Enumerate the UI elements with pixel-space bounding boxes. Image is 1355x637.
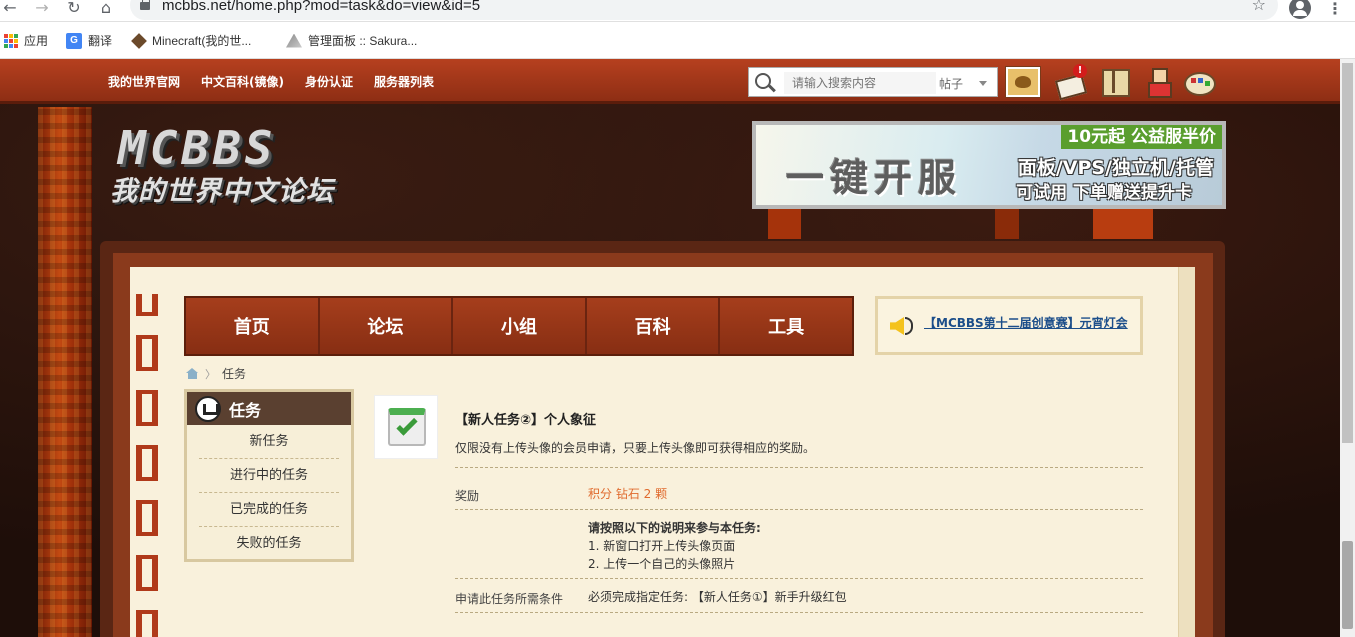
scrollbar-track-region bbox=[1342, 63, 1353, 443]
search-box: 帖子 bbox=[748, 67, 998, 97]
banner-line-1: 面板/VPS/独立机/托管 bbox=[1017, 157, 1214, 179]
book-binding-decoration bbox=[136, 294, 158, 637]
task-emblem-icon bbox=[195, 395, 221, 422]
address-bar[interactable]: mcbbs.net/home.php?mod=task&do=view&id=5… bbox=[130, 0, 1278, 20]
paper-edge bbox=[1178, 267, 1195, 637]
divider bbox=[455, 578, 1143, 579]
banner-line-2: 可试用 下单赠送提升卡 bbox=[1016, 183, 1192, 203]
search-scope-select[interactable]: 帖子 bbox=[939, 75, 987, 92]
sidebar-item-completed[interactable]: 已完成的任务 bbox=[199, 493, 339, 527]
banner-price-tag: 10元起 公益服半价 bbox=[1061, 125, 1222, 149]
site-logo[interactable]: MCBBS 我的世界中文论坛 bbox=[110, 121, 370, 207]
bookmark-label: 管理面板 :: Sakura... bbox=[308, 34, 418, 48]
top-links: 我的世界官网 中文百科(镜像) 身份认证 服务器列表 bbox=[108, 73, 434, 90]
lava-block-decoration bbox=[995, 209, 1019, 239]
bookmark-apps[interactable]: 应用 bbox=[4, 32, 48, 49]
link-minecraft-official[interactable]: 我的世界官网 bbox=[108, 73, 180, 90]
announcement-box: 【MCBBS第十二届创意赛】元宵灯会 bbox=[875, 296, 1143, 355]
sidebar-item-failed[interactable]: 失败的任务 bbox=[199, 527, 339, 561]
minecraft-block-icon bbox=[131, 32, 147, 49]
nav-forum[interactable]: 论坛 bbox=[319, 298, 454, 354]
bookmark-translate[interactable]: G 翻译 bbox=[66, 32, 112, 49]
task-image bbox=[374, 395, 438, 459]
link-server-list[interactable]: 服务器列表 bbox=[374, 73, 434, 90]
sakura-panel-icon bbox=[286, 33, 302, 48]
breadcrumb-separator: 〉 bbox=[205, 367, 216, 381]
prereq-value: 必须完成指定任务: 【新人任务①】新手升级红包 bbox=[588, 590, 847, 604]
home-button-icon[interactable]: ⌂ bbox=[96, 0, 116, 18]
link-wiki-mirror[interactable]: 中文百科(镜像) bbox=[201, 73, 284, 90]
nav-tools[interactable]: 工具 bbox=[720, 298, 852, 354]
reload-icon[interactable]: ↻ bbox=[64, 0, 84, 18]
user-avatar-icon[interactable] bbox=[1144, 67, 1174, 98]
browser-toolbar: ← → ↻ ⌂ mcbbs.net/home.php?mod=task&do=v… bbox=[0, 0, 1355, 22]
translate-icon: G bbox=[66, 32, 82, 49]
bookmark-sakura[interactable]: 管理面板 :: Sakura... bbox=[286, 32, 417, 49]
profile-avatar-icon[interactable] bbox=[1289, 0, 1311, 19]
prereq-label: 申请此任务所需条件 bbox=[455, 592, 564, 606]
search-button[interactable] bbox=[1006, 67, 1040, 97]
reward-value: 积分 钻石 2 颗 bbox=[588, 487, 668, 501]
announcement-link[interactable]: 【MCBBS第十二届创意赛】元宵灯会 bbox=[924, 314, 1128, 331]
link-identity-verify[interactable]: 身份认证 bbox=[305, 73, 353, 90]
search-scope-label: 帖子 bbox=[939, 77, 964, 91]
bookmarks-bar: 应用 G 翻译 Minecraft(我的世... 管理面板 :: Sakura.… bbox=[0, 22, 1355, 59]
menu-kebab-icon[interactable]: ⋮ bbox=[1327, 0, 1343, 18]
speaker-wave-icon bbox=[905, 317, 913, 335]
url-text[interactable]: mcbbs.net/home.php?mod=task&do=view&id=5 bbox=[162, 0, 480, 14]
search-icon bbox=[755, 73, 771, 89]
instruction-step[interactable]: 1. 新窗口打开上传头像页面 bbox=[588, 537, 735, 554]
sidebar-item-new-tasks[interactable]: 新任务 bbox=[199, 425, 339, 459]
task-sidebar: 任务 新任务 进行中的任务 已完成的任务 失败的任务 bbox=[184, 389, 354, 562]
nav-wiki[interactable]: 百科 bbox=[586, 298, 721, 354]
site-topbar: 我的世界官网 中文百科(镜像) 身份认证 服务器列表 帖子 ! bbox=[0, 59, 1340, 104]
page-scrollbar[interactable] bbox=[1340, 59, 1355, 637]
message-icon[interactable]: ! bbox=[1055, 64, 1087, 95]
reward-label: 奖励 bbox=[455, 489, 480, 503]
home-icon[interactable] bbox=[186, 368, 199, 379]
divider bbox=[455, 612, 1143, 613]
crafting-box-icon[interactable] bbox=[1100, 67, 1130, 97]
forward-arrow-icon[interactable]: → bbox=[32, 0, 52, 18]
mcbbs-page: 我的世界官网 中文百科(镜像) 身份认证 服务器列表 帖子 ! MCBBS 我的… bbox=[0, 59, 1340, 637]
divider bbox=[455, 467, 1143, 468]
main-nav: 首页 论坛 小组 百科 工具 bbox=[184, 296, 854, 356]
ad-banner[interactable]: 10元起 公益服半价 一键开服 面板/VPS/独立机/托管 可试用 下单赠送提升… bbox=[752, 121, 1226, 209]
sidebar-item-in-progress[interactable]: 进行中的任务 bbox=[199, 459, 339, 493]
banner-headline: 一键开服 bbox=[786, 156, 963, 200]
back-arrow-icon[interactable]: ← bbox=[0, 0, 20, 18]
chevron-down-icon bbox=[979, 81, 987, 86]
lava-block-decoration bbox=[1093, 209, 1153, 239]
bookmark-label: 应用 bbox=[24, 34, 49, 48]
nav-home[interactable]: 首页 bbox=[186, 298, 320, 354]
bookmark-star-icon[interactable]: ☆ bbox=[1252, 0, 1266, 14]
lock-icon bbox=[140, 0, 150, 10]
divider bbox=[455, 509, 1143, 510]
speaker-icon bbox=[890, 317, 904, 335]
nav-groups[interactable]: 小组 bbox=[453, 298, 587, 354]
apps-grid-icon bbox=[4, 33, 18, 48]
lava-block-decoration bbox=[768, 209, 801, 239]
task-title: 【新人任务②】个人象征 bbox=[455, 413, 597, 428]
instruction-step: 2. 上传一个自己的头像照片 bbox=[588, 557, 736, 571]
instructions-title: 请按照以下的说明来参与本任务: bbox=[588, 521, 761, 535]
search-input[interactable] bbox=[784, 72, 936, 94]
notification-badge: ! bbox=[1073, 64, 1087, 78]
logo-sub-text: 我的世界中文论坛 bbox=[110, 176, 334, 207]
bookmark-minecraft[interactable]: Minecraft(我的世... bbox=[131, 32, 252, 49]
logo-main-text: MCBBS bbox=[118, 121, 277, 175]
sidebar-header: 任务 bbox=[187, 392, 351, 425]
task-description: 仅限没有上传头像的会员申请，只要上传头像即可获得相应的奖励。 bbox=[455, 441, 816, 455]
bookmark-label: 翻译 bbox=[88, 34, 113, 48]
bookmark-label: Minecraft(我的世... bbox=[152, 34, 252, 48]
breadcrumb: 〉 任务 bbox=[186, 365, 246, 382]
breadcrumb-current[interactable]: 任务 bbox=[222, 365, 246, 382]
sidebar-title: 任务 bbox=[229, 400, 262, 420]
lava-pillar-decoration bbox=[38, 107, 92, 637]
palette-icon[interactable] bbox=[1182, 67, 1216, 96]
scrollbar-thumb[interactable] bbox=[1342, 541, 1353, 629]
